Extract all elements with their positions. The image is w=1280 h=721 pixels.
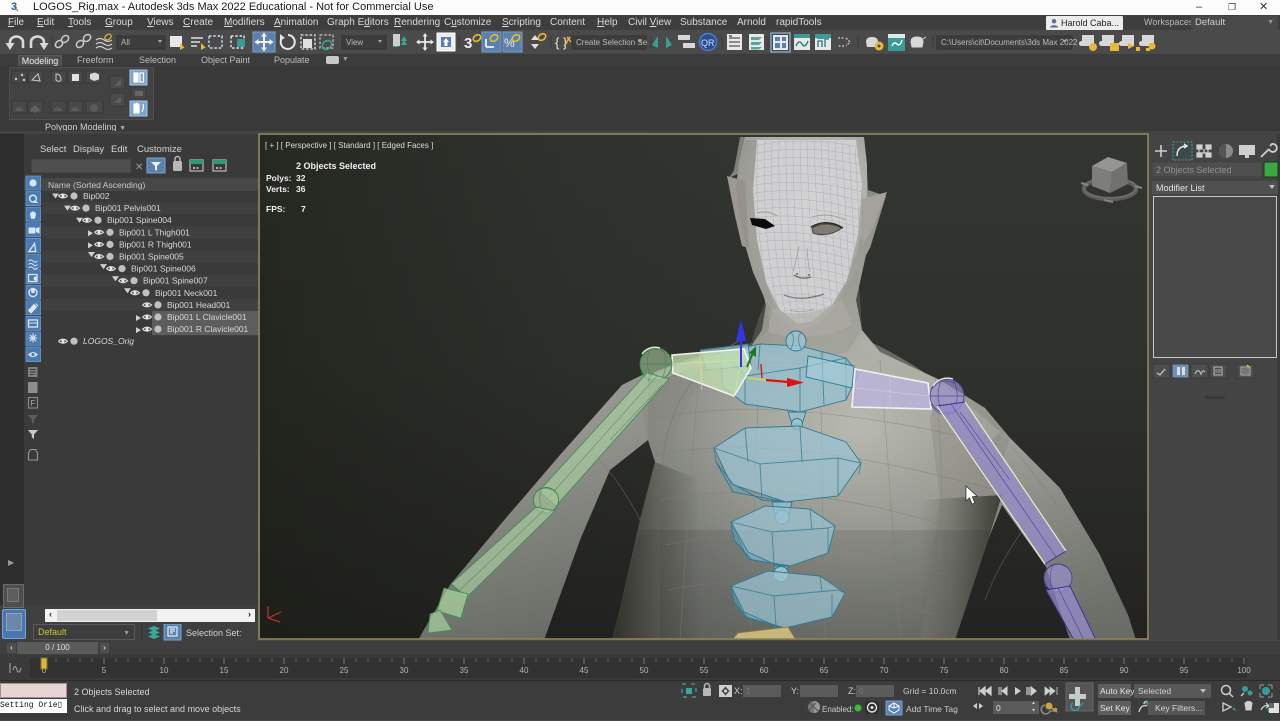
svg-text:95: 95 — [1180, 666, 1189, 675]
svg-text:25: 25 — [340, 666, 349, 675]
svg-text:55: 55 — [700, 666, 709, 675]
svg-text:View: View — [346, 38, 363, 47]
svg-text:20: 20 — [280, 666, 289, 675]
svg-text:65: 65 — [820, 666, 829, 675]
svg-text:5: 5 — [102, 666, 107, 675]
svg-text:80: 80 — [1000, 666, 1009, 675]
svg-text:70: 70 — [880, 666, 889, 675]
svg-text:Display: Display — [73, 144, 104, 155]
svg-text:60: 60 — [760, 666, 769, 675]
svg-text:FPS:: FPS: — [266, 204, 286, 214]
svg-text:Selected: Selected — [1138, 686, 1171, 696]
svg-text:Grid = 10.0cm: Grid = 10.0cm — [903, 686, 957, 696]
svg-text:Bip001 R Clavicle001: Bip001 R Clavicle001 — [167, 324, 249, 334]
svg-text:Z:: Z: — [848, 686, 856, 696]
svg-text:Bip001 L Thigh001: Bip001 L Thigh001 — [119, 227, 190, 237]
svg-text:0: 0 — [859, 687, 864, 696]
svg-text:30: 30 — [400, 666, 409, 675]
svg-text:Y:: Y: — [791, 686, 799, 696]
svg-text:3: 3 — [464, 35, 472, 52]
svg-text:All: All — [121, 38, 130, 47]
svg-text:Bip002: Bip002 — [83, 191, 110, 201]
svg-text:C:\Users\cit\Documents\3ds Max: C:\Users\cit\Documents\3ds Max 2022 — [941, 38, 1078, 47]
svg-text:Verts:: Verts: — [266, 184, 290, 194]
svg-text:Bip001 R Thigh001: Bip001 R Thigh001 — [119, 239, 192, 249]
svg-text:[ + ] [ Perspective ] [ Standa: [ + ] [ Perspective ] [ Standard ] [ Edg… — [265, 141, 433, 150]
svg-text:Bip001 Neck001: Bip001 Neck001 — [155, 288, 218, 298]
svg-text:Bip001 L Clavicle001: Bip001 L Clavicle001 — [167, 312, 247, 322]
svg-text:Bip001 Spine006: Bip001 Spine006 — [131, 264, 196, 274]
svg-text:7: 7 — [301, 204, 306, 214]
svg-text:Select: Select — [40, 144, 67, 155]
svg-text:Edit: Edit — [111, 144, 128, 155]
svg-text:Set Key: Set Key — [1100, 703, 1131, 713]
svg-text:36: 36 — [296, 184, 306, 194]
svg-text:75: 75 — [940, 666, 949, 675]
svg-text:QR: QR — [701, 38, 715, 48]
svg-text:35: 35 — [460, 666, 469, 675]
svg-text:Bip001 Spine007: Bip001 Spine007 — [143, 276, 208, 286]
svg-text:85: 85 — [1060, 666, 1069, 675]
svg-text:Bip001 Pelvis001: Bip001 Pelvis001 — [95, 203, 161, 213]
svg-text:50: 50 — [640, 666, 649, 675]
svg-text:Create Selection Se: Create Selection Se — [576, 38, 648, 47]
svg-text:Selection Set:: Selection Set: — [186, 628, 242, 638]
svg-text:100: 100 — [1237, 666, 1251, 675]
svg-text:Bip001 Spine004: Bip001 Spine004 — [107, 215, 172, 225]
svg-text:Enabled:: Enabled: — [822, 705, 854, 714]
svg-text:✕: ✕ — [135, 162, 143, 173]
svg-text:Name (Sorted Ascending): Name (Sorted Ascending) — [48, 180, 145, 190]
svg-text:2 Objects Selected: 2 Objects Selected — [296, 161, 376, 171]
svg-text:Add Time Tag: Add Time Tag — [906, 704, 958, 714]
svg-text:%: % — [504, 36, 515, 50]
svg-text:F: F — [31, 399, 36, 408]
svg-text:Customize: Customize — [137, 144, 182, 155]
svg-text:Modifier List: Modifier List — [1156, 183, 1205, 193]
svg-text:Key Filters...: Key Filters... — [1155, 703, 1202, 713]
svg-text:Auto Key: Auto Key — [1100, 686, 1135, 696]
svg-text:45: 45 — [580, 666, 589, 675]
svg-text:32: 32 — [296, 173, 306, 183]
svg-text:10: 10 — [160, 666, 169, 675]
svg-text:Bip001 Head001: Bip001 Head001 — [167, 300, 231, 310]
svg-text:Polys:: Polys: — [266, 173, 292, 183]
svg-text:15: 15 — [220, 666, 229, 675]
svg-text:LOGOS_Orig: LOGOS_Orig — [83, 336, 134, 346]
svg-text:2 Objects Selected: 2 Objects Selected — [1156, 165, 1232, 175]
svg-text:90: 90 — [1120, 666, 1129, 675]
svg-text:Bip001 Spine005: Bip001 Spine005 — [119, 252, 184, 262]
svg-text:X:: X: — [734, 686, 743, 696]
svg-text:0: 0 — [996, 703, 1001, 713]
svg-text:40: 40 — [520, 666, 529, 675]
svg-text:1: 1 — [746, 687, 751, 696]
